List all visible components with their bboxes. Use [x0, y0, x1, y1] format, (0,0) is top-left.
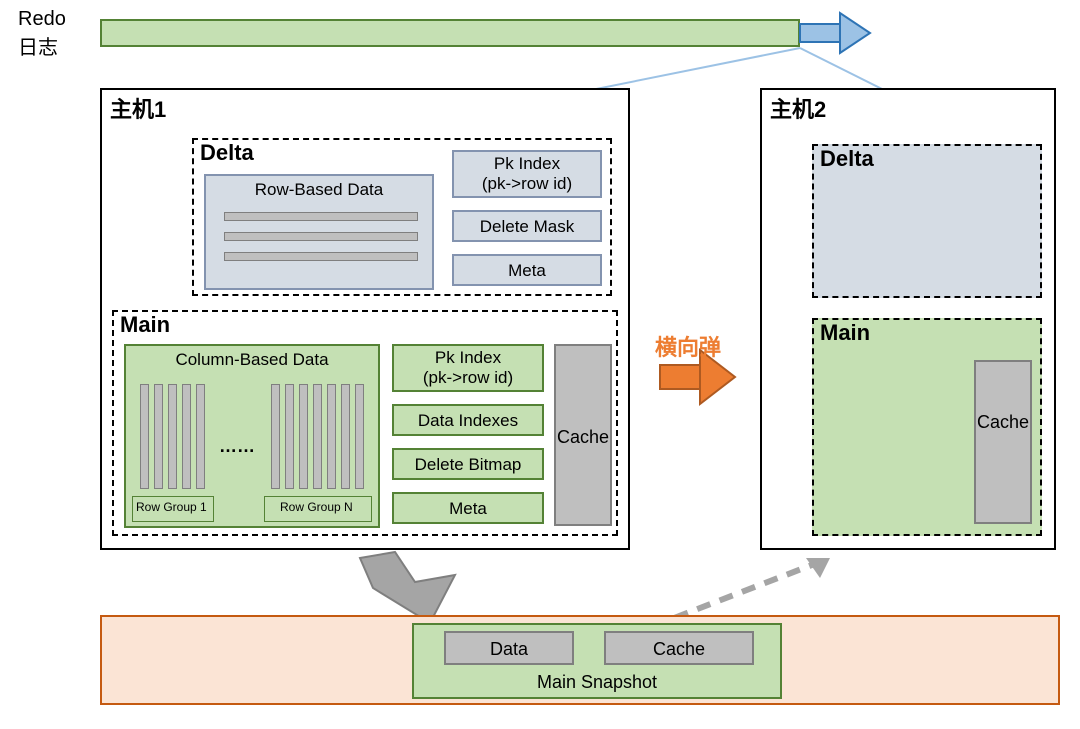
snapshot-data-box: Data [444, 631, 574, 665]
col-strip [327, 384, 336, 489]
row-based-data-label: Row-Based Data [206, 176, 432, 200]
col-strip [196, 384, 205, 489]
main-deletebitmap-box: Delete Bitmap [392, 448, 544, 480]
snapshot-cache-box: Cache [604, 631, 754, 665]
snapshot-cache-label: Cache [653, 639, 705, 659]
col-strip [313, 384, 322, 489]
host1-title: 主机1 [110, 92, 166, 124]
shared-storage-box: Data Cache Main Snapshot [100, 615, 1060, 705]
main-snapshot-box: Data Cache Main Snapshot [412, 623, 782, 699]
redo-label-line2: 日志 [18, 31, 66, 60]
row-strip [224, 212, 418, 221]
redo-label: Redo 日志 [18, 8, 66, 60]
main-pkindex-line2: (pk->row id) [394, 368, 542, 388]
horizontal-elastic-label: 横向弹 [655, 330, 721, 362]
delta-pkindex-line2: (pk->row id) [454, 174, 600, 194]
delta-pkindex-line1: Pk Index [454, 154, 600, 174]
row-strip [224, 252, 418, 261]
host2-cache-box: Cache [974, 360, 1032, 524]
redo-log-bar [100, 19, 800, 47]
col-strip [285, 384, 294, 489]
host1-down-arrow-icon [360, 552, 455, 623]
row-based-data-box: Row-Based Data [204, 174, 434, 290]
host2-cache-label: Cache [977, 412, 1029, 432]
col-ellipsis: …… [219, 436, 255, 457]
main-deletebitmap-label: Delete Bitmap [415, 455, 522, 474]
host2-box: 主机2 Delta Main Cache [760, 88, 1056, 550]
delta-deletemask-label: Delete Mask [480, 217, 574, 236]
main-pkindex-line1: Pk Index [394, 348, 542, 368]
snapshot-data-label: Data [490, 639, 528, 659]
col-based-label: Column-Based Data [126, 346, 378, 370]
delta-pkindex-box: Pk Index (pk->row id) [452, 150, 602, 198]
col-based-data-box: Column-Based Data …… Row Group 1 Row Gro… [124, 344, 380, 528]
col-strip [341, 384, 350, 489]
host2-main-title: Main [820, 320, 870, 346]
host2-delta-title: Delta [820, 146, 874, 172]
row-strip [224, 232, 418, 241]
col-strip [355, 384, 364, 489]
col-strip [182, 384, 191, 489]
snapshot-title: Main Snapshot [414, 672, 780, 693]
host2-title: 主机2 [770, 92, 826, 124]
main-meta-box: Meta [392, 492, 544, 524]
delta-deletemask-box: Delete Mask [452, 210, 602, 242]
host1-delta-box: Delta Row-Based Data Pk Index (pk->row i… [192, 138, 612, 296]
col-strip [168, 384, 177, 489]
redo-arrow-icon [800, 13, 870, 53]
main-pkindex-box: Pk Index (pk->row id) [392, 344, 544, 392]
redo-label-line1: Redo [18, 8, 66, 31]
col-strip [140, 384, 149, 489]
row-group1-label: Row Group 1 [136, 500, 207, 514]
host2-main-box: Main Cache [812, 318, 1042, 536]
delta-title: Delta [200, 140, 254, 166]
delta-meta-label: Meta [508, 261, 546, 280]
main-dataindexes-box: Data Indexes [392, 404, 544, 436]
col-strip [154, 384, 163, 489]
main-dataindexes-label: Data Indexes [418, 411, 518, 430]
host1-box: 主机1 Delta Row-Based Data Pk Index (pk->r… [100, 88, 630, 550]
col-strip [299, 384, 308, 489]
main-title: Main [120, 312, 170, 338]
col-strip [271, 384, 280, 489]
delta-meta-box: Meta [452, 254, 602, 286]
main-cache-label: Cache [557, 427, 609, 447]
main-meta-label: Meta [449, 499, 487, 518]
host2-delta-box: Delta [812, 144, 1042, 298]
row-groupn-label: Row Group N [280, 500, 353, 514]
host1-main-box: Main Column-Based Data …… Row Group 1 Ro… [112, 310, 618, 536]
main-cache-box: Cache [554, 344, 612, 526]
